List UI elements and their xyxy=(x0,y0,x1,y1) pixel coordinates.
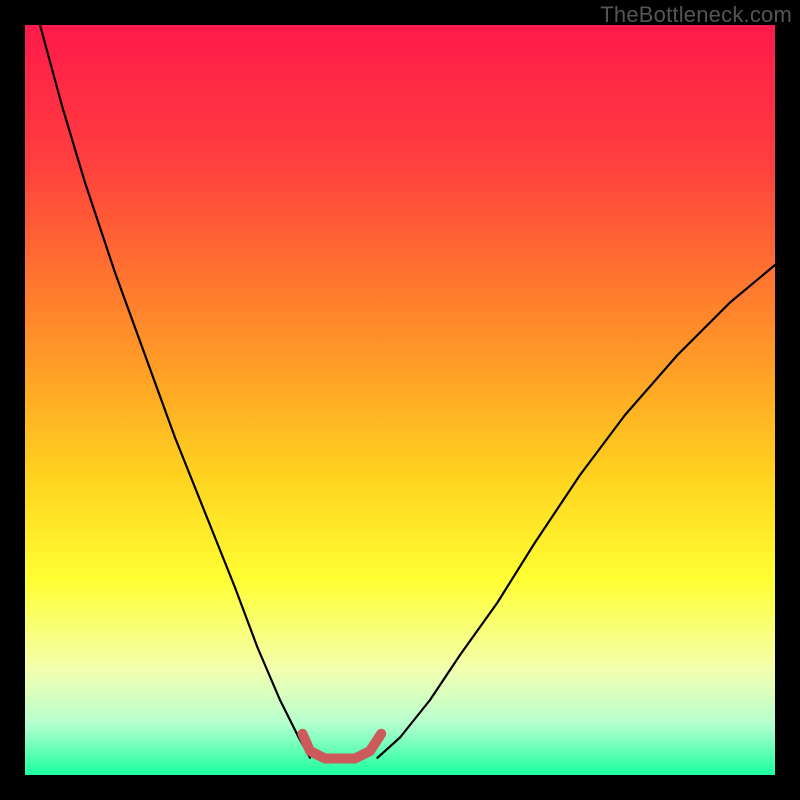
bottleneck-chart xyxy=(25,25,775,775)
plot-area xyxy=(25,25,775,775)
chart-frame: TheBottleneck.com xyxy=(0,0,800,800)
gradient-background xyxy=(25,25,775,775)
